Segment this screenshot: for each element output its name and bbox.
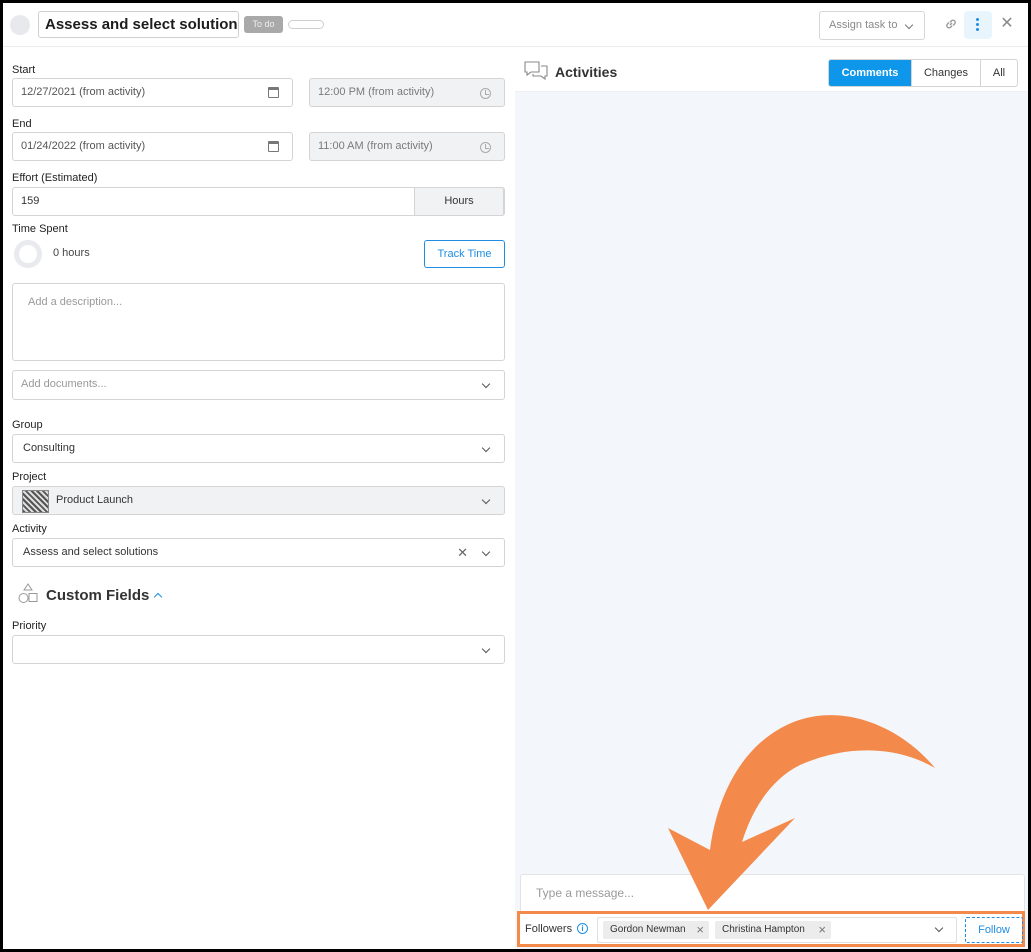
project-thumbnail [22,490,49,513]
project-value: Product Launch [56,494,134,506]
follow-button[interactable]: Follow [965,917,1023,943]
time-spent-value: 0 hours [53,247,90,259]
more-options-button[interactable] [964,11,992,39]
calendar-icon[interactable] [268,141,279,152]
activity-select[interactable]: Assess and select solutions ✕ [12,538,505,567]
close-icon[interactable]: ✕ [999,15,1015,33]
end-time-value: 11:00 AM (from activity) [318,140,433,152]
chevron-down-icon [934,923,944,933]
activity-value: Assess and select solutions [23,546,159,558]
group-select[interactable]: Consulting [12,434,505,463]
tab-changes[interactable]: Changes [911,60,980,86]
clear-icon[interactable]: ✕ [457,545,468,561]
remove-icon[interactable]: × [818,921,826,939]
activities-title: Activities [555,64,618,80]
chevron-up-icon[interactable] [153,592,163,602]
chevron-down-icon [481,547,491,557]
clock-icon [480,88,491,99]
progress-bar[interactable] [288,20,324,29]
complete-toggle[interactable] [10,15,30,35]
start-time-input[interactable]: 12:00 PM (from activity) [309,78,505,107]
clock-icon [480,142,491,153]
time-progress-ring [14,240,42,268]
follower-chip: Gordon Newman × [603,921,709,939]
follower-name: Christina Hampton [722,924,805,935]
group-label: Group [12,419,43,431]
status-badge[interactable]: To do [244,16,283,33]
start-date-input[interactable]: 12/27/2021 (from activity) [12,78,293,107]
remove-icon[interactable]: × [696,921,704,939]
activity-filter-tabs: Comments Changes All [828,59,1018,87]
end-time-input[interactable]: 11:00 AM (from activity) [309,132,505,161]
documents-placeholder: Add documents... [21,378,107,390]
follower-name: Gordon Newman [610,924,686,935]
priority-select[interactable] [12,635,505,664]
effort-label: Effort (Estimated) [12,172,98,184]
shapes-icon [18,583,38,603]
chevron-down-icon [481,443,491,453]
follower-chip: Christina Hampton × [715,921,831,939]
activities-panel: Activities Comments Changes All Type a m… [515,48,1028,949]
start-time-value: 12:00 PM (from activity) [318,86,435,98]
group-value: Consulting [23,442,75,454]
info-icon[interactable]: i [577,923,588,934]
assign-task-button[interactable]: Assign task to [819,11,925,40]
calendar-icon[interactable] [268,87,279,98]
tab-all[interactable]: All [980,60,1017,86]
track-time-button[interactable]: Track Time [424,240,505,268]
effort-value: 159 [21,195,40,207]
activity-label: Activity [12,523,47,535]
task-header: Assess and select solutions To do Assign… [3,3,1028,47]
project-select[interactable]: Product Launch [12,486,505,515]
documents-select[interactable]: Add documents... [12,370,505,400]
end-label: End [12,118,32,130]
priority-label: Priority [12,620,47,632]
task-details-panel: Start 12/27/2021 (from activity) 12:00 P… [3,48,514,949]
chevron-down-icon [904,20,914,30]
chevron-down-icon [481,495,491,505]
followers-select[interactable]: Gordon Newman × Christina Hampton × [597,917,957,943]
message-placeholder: Type a message... [536,886,635,900]
followers-label: Followers [525,923,573,935]
project-label: Project [12,471,47,483]
chevron-down-icon [481,379,491,389]
end-date-value: 01/24/2022 (from activity) [21,140,146,152]
description-placeholder: Add a description... [28,296,123,308]
end-date-input[interactable]: 01/24/2022 (from activity) [12,132,293,161]
activities-header: Activities Comments Changes All [515,48,1028,92]
start-date-value: 12/27/2021 (from activity) [21,86,146,98]
link-icon[interactable] [943,16,959,32]
message-input[interactable]: Type a message... [520,874,1025,912]
assign-task-label: Assign task to [829,19,898,31]
chat-bubbles-icon [524,61,548,81]
chevron-down-icon [481,644,491,654]
tab-comments[interactable]: Comments [829,60,911,86]
time-spent-label: Time Spent [12,223,68,235]
task-title-input[interactable]: Assess and select solutions [38,11,239,38]
start-label: Start [12,64,36,76]
effort-unit: Hours [414,188,504,215]
followers-bar: Followers i Gordon Newman × Christina Ha… [517,911,1025,947]
effort-input[interactable]: 159 Hours [12,187,505,216]
description-input[interactable]: Add a description... [12,283,505,361]
custom-fields-title[interactable]: Custom Fields [46,587,149,604]
